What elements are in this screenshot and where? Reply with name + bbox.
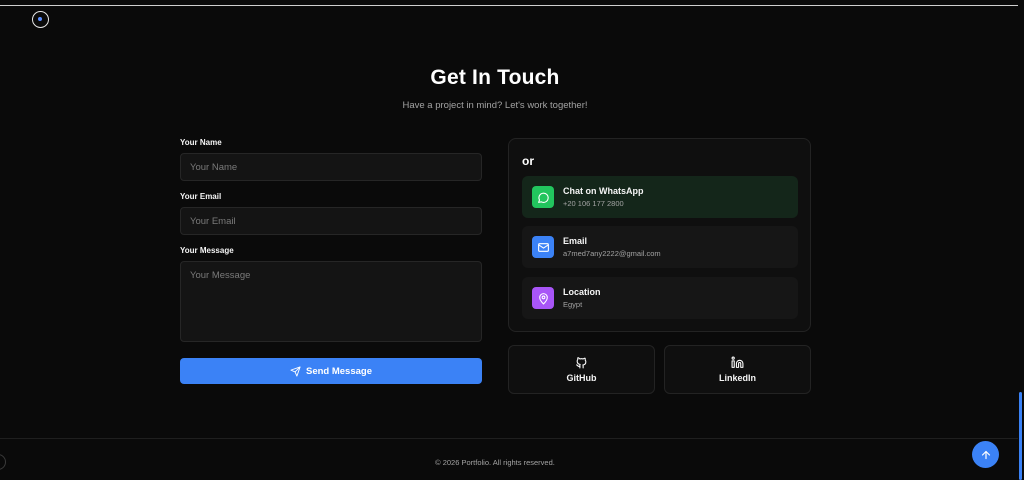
contact-options-card: or Chat on WhatsApp +20 106 177 2800 Ema… [508,138,811,332]
send-icon [290,365,301,377]
whatsapp-number: +20 106 177 2800 [563,199,624,208]
mail-icon [532,236,554,258]
location-title: Location [563,287,601,297]
send-message-button[interactable]: Send Message [180,358,482,384]
cursor-indicator [32,11,49,28]
github-link[interactable]: GitHub [508,345,655,394]
message-textarea[interactable] [180,261,482,342]
name-field-label: Your Name [180,138,222,147]
scroll-to-top-button[interactable] [972,441,999,468]
section-subtitle: Have a project in mind? Let's work toget… [402,100,588,111]
linkedin-icon [731,356,744,368]
message-field-label: Your Message [180,246,234,255]
email-field-label: Your Email [180,192,222,201]
location-contact: Location Egypt [522,277,798,319]
send-message-label: Send Message [306,365,372,377]
contact-form: Your Name Your Email Your Message Send M… [180,138,482,384]
email-address: a7med7any2222@gmail.com [563,249,661,258]
scrollbar-thumb[interactable] [1019,392,1022,480]
github-label: GitHub [566,373,597,383]
name-input[interactable] [180,153,482,181]
footer-copyright: © 2026 Portfolio. All rights reserved. [435,458,555,467]
footer-divider [0,438,1018,439]
map-pin-icon [532,287,554,309]
email-title: Email [563,236,588,246]
linkedin-label: LinkedIn [718,373,756,383]
header-divider [0,5,1018,6]
email-contact[interactable]: Email a7med7any2222@gmail.com [522,226,798,268]
whatsapp-title: Chat on WhatsApp [563,186,644,196]
theme-toggle[interactable] [0,454,6,470]
whatsapp-icon [532,186,554,208]
github-icon [576,357,587,369]
whatsapp-contact[interactable]: Chat on WhatsApp +20 106 177 2800 [522,176,798,218]
email-input[interactable] [180,207,482,235]
section-title: Get In Touch [430,66,560,89]
linkedin-link[interactable]: LinkedIn [664,345,811,394]
location-value: Egypt [563,300,583,309]
arrow-up-icon [981,450,990,459]
or-label: or [522,154,534,168]
